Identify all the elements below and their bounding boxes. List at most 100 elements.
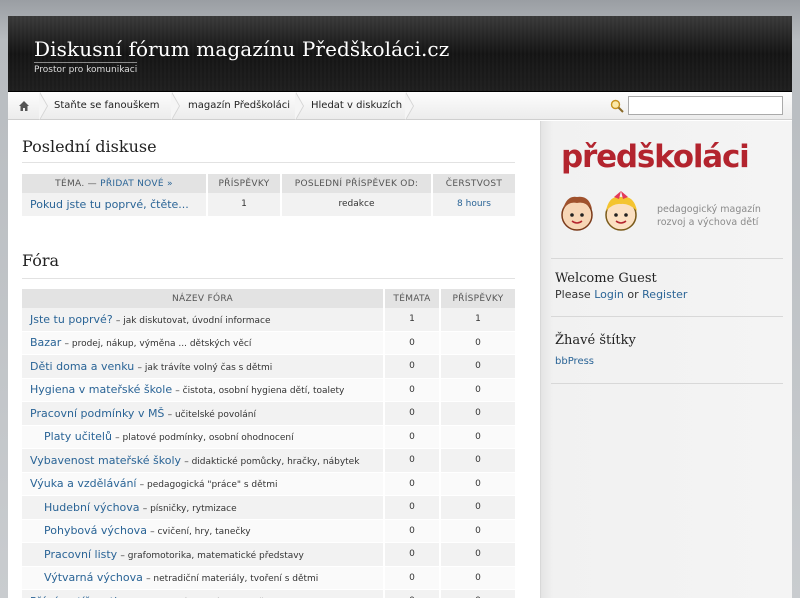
topics-count: 0	[385, 566, 441, 590]
forum-link[interactable]: Pracovní podmínky v MŠ	[30, 407, 164, 420]
forum-cell: Bazar – prodej, nákup, výměna ... dětský…	[22, 331, 385, 355]
forum-link[interactable]: Bazar	[30, 336, 61, 349]
sidebar: předškoláci pedagogický magazín rozvoj a…	[540, 121, 792, 598]
login-link[interactable]: Login	[594, 288, 624, 301]
topics-count: 0	[385, 496, 441, 520]
forum-link[interactable]: Jste tu poprvé?	[30, 313, 113, 326]
forum-cell: Pracovní podmínky v MŠ – učitelské povol…	[22, 402, 385, 426]
logo-tagline-line: pedagogický magazín	[657, 204, 761, 215]
forum-description: – pedagogická "práce" s dětmi	[139, 480, 278, 491]
tag-link[interactable]: bbPress	[555, 356, 594, 367]
search-magnifier-icon	[610, 99, 624, 113]
topics-count: 0	[385, 331, 441, 355]
nav-separator	[171, 92, 182, 120]
topics-count: 0	[385, 543, 441, 567]
col-last-poster: POSLEDNÍ PŘÍSPĚVEK OD:	[282, 174, 433, 193]
page: Diskusní fórum magazínu Předškoláci.cz P…	[8, 16, 792, 598]
forum-description: – jak trávíte volný čas s dětmi	[137, 362, 273, 373]
forum-description: – platové podmínky, osobní ohodnocení	[115, 433, 294, 444]
forum-cell: Výuka a vzdělávání – pedagogická "práce"…	[22, 472, 385, 496]
forum-description: – grafomotorika, matematické představy	[120, 550, 304, 561]
topics-count: 1	[385, 308, 441, 332]
col-posts: PŘÍSPĚVKY	[441, 289, 515, 308]
children-faces-icon	[561, 191, 637, 231]
table-row: Děti doma a venku – jak trávíte volný ča…	[22, 355, 515, 379]
site-title[interactable]: Diskusní fórum magazínu Předškoláci.cz	[34, 37, 449, 61]
table-row: Pohybová výchova – cvičení, hry, tanečky…	[22, 519, 515, 543]
home-icon[interactable]	[18, 100, 30, 112]
forum-link[interactable]: Výtvarná výchova	[44, 571, 143, 584]
table-row: Hudební výchova – písničky, rytmizace 0 0	[22, 496, 515, 520]
nav-separator	[39, 92, 50, 120]
forum-link[interactable]: Pracovní listy	[44, 548, 117, 561]
posts-count: 0	[441, 519, 515, 543]
forum-cell: Vybavenost mateřské školy – didaktické p…	[22, 449, 385, 473]
topics-count: 0	[385, 355, 441, 379]
forum-link[interactable]: Vybavenost mateřské školy	[30, 454, 181, 467]
forum-cell: Hygiena v mateřské škole – čistota, osob…	[22, 378, 385, 402]
nav-item-fan[interactable]: Staňte se fanouškem	[54, 92, 160, 120]
forum-description: – čistota, osobní hygiena dětí, toalety	[175, 386, 345, 397]
col-forum-name: NÁZEV FÓRA	[22, 289, 385, 308]
topics-count: 0	[385, 378, 441, 402]
table-row: Výuka a vzdělávání – pedagogická "práce"…	[22, 472, 515, 496]
posts-count: 0	[441, 331, 515, 355]
topics-count: 0	[385, 519, 441, 543]
latest-topics-table: TÉMA. — PŘIDAT NOVÉ » PŘÍSPĚVKY POSLEDNÍ…	[22, 174, 515, 217]
last-poster-cell: redakce	[282, 193, 433, 217]
table-row: Pracovní listy – grafomotorika, matemati…	[22, 543, 515, 567]
col-topic-label: TÉMA. —	[55, 178, 97, 189]
topics-count: 0	[385, 402, 441, 426]
forum-link[interactable]: Platy učitelů	[44, 430, 112, 443]
forum-cell: Pohybová výchova – cvičení, hry, tanečky	[22, 519, 385, 543]
table-row: Jste tu poprvé? – jak diskutovat, úvodní…	[22, 308, 515, 332]
divider	[551, 383, 783, 384]
col-topic: TÉMA. — PŘIDAT NOVÉ »	[22, 174, 208, 193]
posts-count: 0	[441, 496, 515, 520]
add-new-topic-link[interactable]: PŘIDAT NOVÉ »	[100, 179, 173, 189]
hot-tags-heading: Žhavé štítky	[555, 333, 636, 348]
forums-table: NÁZEV FÓRA TÉMATA PŘÍSPĚVKY Jste tu popr…	[22, 289, 515, 598]
magazine-logo[interactable]: předškoláci pedagogický magazín rozvoj a…	[559, 139, 779, 239]
posts-count: 0	[441, 566, 515, 590]
forum-link[interactable]: Děti doma a venku	[30, 360, 134, 373]
table-header-row: TÉMA. — PŘIDAT NOVÉ » PŘÍSPĚVKY POSLEDNÍ…	[22, 174, 515, 193]
topic-link[interactable]: Pokud jste tu poprvé, čtěte...	[30, 198, 189, 211]
divider	[22, 162, 515, 163]
forum-description: – didaktické pomůcky, hračky, nábytek	[184, 456, 360, 467]
table-row: Platy učitelů – platové podmínky, osobní…	[22, 425, 515, 449]
col-posts: PŘÍSPĚVKY	[208, 174, 282, 193]
forum-link[interactable]: Pohybová výchova	[44, 524, 147, 537]
nav-item-search[interactable]: Hledat v diskuzích	[311, 92, 402, 120]
forum-description: – prodej, nákup, výměna ... dětských věc…	[64, 339, 252, 350]
divider	[551, 316, 783, 317]
posts-count: 0	[441, 449, 515, 473]
forum-link[interactable]: Hudební výchova	[44, 501, 140, 514]
site-description: Prostor pro komunikaci	[34, 62, 138, 75]
logo-wordmark: předškoláci	[561, 139, 750, 175]
table-row: Přání a stížnosti – reakce, co Vám vadí,…	[22, 590, 515, 598]
forum-cell: Pracovní listy – grafomotorika, matemati…	[22, 543, 385, 567]
latest-heading: Poslední diskuse	[22, 137, 157, 156]
forum-cell: Děti doma a venku – jak trávíte volný ča…	[22, 355, 385, 379]
posts-count: 0	[441, 590, 515, 598]
posts-count: 0	[441, 425, 515, 449]
nav-item-magazine[interactable]: magazín Předškoláci	[188, 92, 290, 120]
freshness-link[interactable]: 8 hours	[457, 199, 491, 209]
nav-separator	[405, 92, 416, 120]
forum-link[interactable]: Hygiena v mateřské škole	[30, 383, 172, 396]
forum-link[interactable]: Výuka a vzdělávání	[30, 477, 136, 490]
posts-count: 0	[441, 402, 515, 426]
welcome-heading: Welcome Guest	[555, 271, 657, 286]
forum-description: – učitelské povolání	[167, 409, 256, 420]
topics-count: 0	[385, 472, 441, 496]
topic-cell: Pokud jste tu poprvé, čtěte...	[22, 193, 208, 217]
register-link[interactable]: Register	[642, 288, 687, 301]
table-row: Hygiena v mateřské škole – čistota, osob…	[22, 378, 515, 402]
topics-count: 0	[385, 425, 441, 449]
or-text: or	[627, 288, 639, 301]
search-input[interactable]	[628, 96, 783, 115]
col-topics: TÉMATA	[385, 289, 441, 308]
topics-count: 0	[385, 449, 441, 473]
logo-tagline: pedagogický magazín rozvoj a výchova dět…	[657, 203, 761, 229]
